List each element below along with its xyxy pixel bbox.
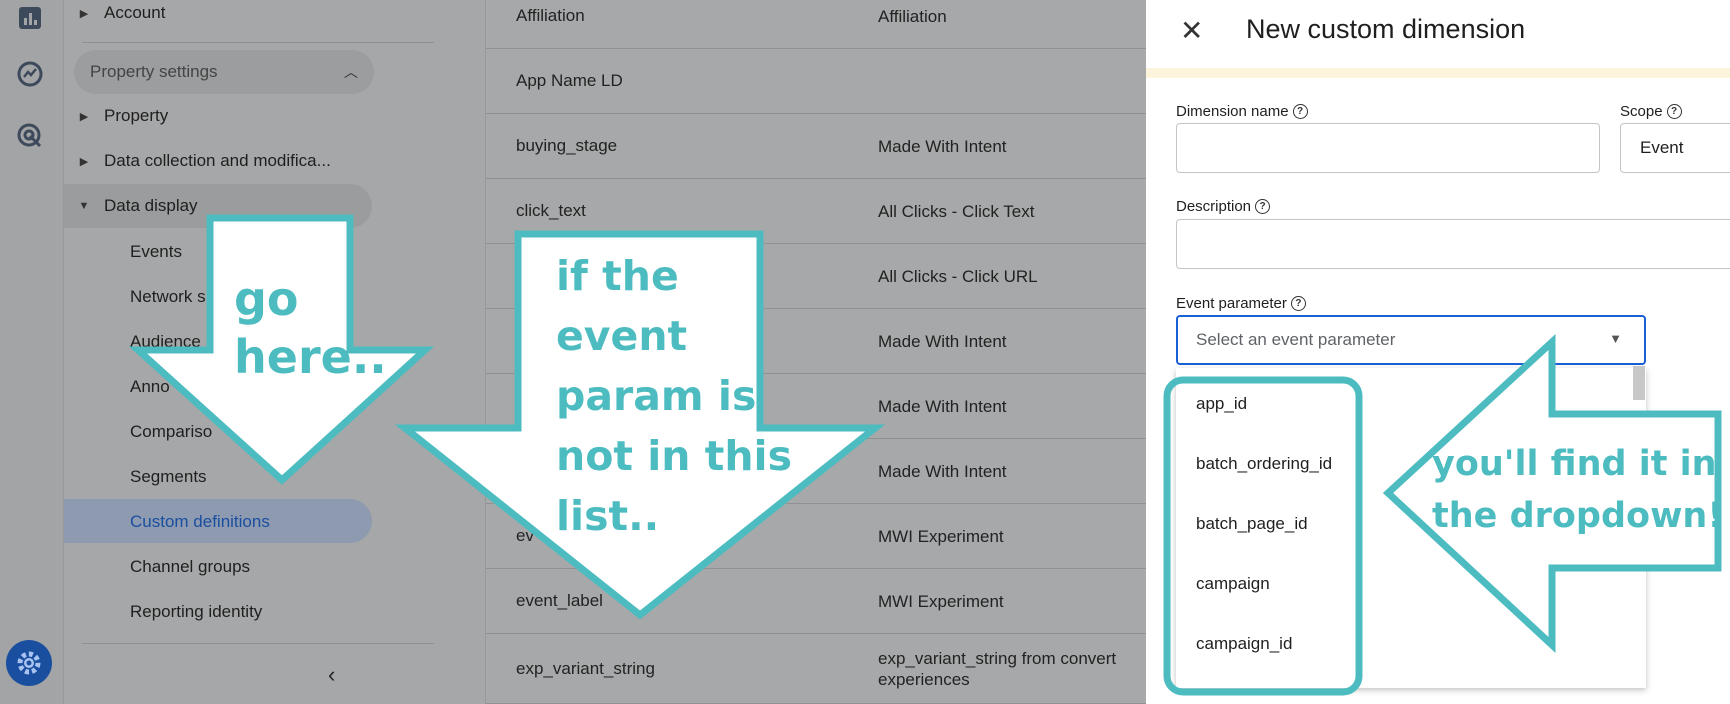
annotation-line: the dropdown!: [1432, 496, 1724, 536]
annotation-line: event: [556, 312, 688, 360]
annotation-go-here: go here..: [234, 270, 387, 386]
annotation-find-it: you'll find it in the dropdown!: [1432, 438, 1723, 542]
annotation-line: param is: [556, 372, 757, 420]
annotation-line: you'll find it in: [1432, 444, 1717, 484]
annotation-line: go: [234, 272, 299, 326]
dropdown-highlight-box: [1163, 376, 1363, 696]
annotation-line: list..: [556, 492, 660, 540]
annotation-line: here..: [234, 330, 387, 384]
annotation-line: not in this: [556, 432, 792, 480]
annotation-not-in-list: if the event param is not in this list..: [556, 246, 792, 546]
annotation-line: if the: [556, 252, 679, 300]
